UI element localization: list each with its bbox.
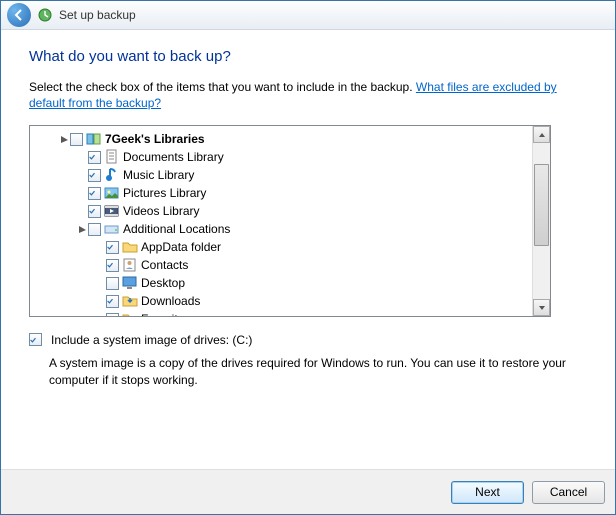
favorites-icon — [122, 311, 138, 316]
system-image-label: Include a system image of drives: (C:) — [51, 333, 252, 347]
contacts-icon — [122, 257, 138, 273]
arrow-left-icon — [13, 9, 25, 21]
title-bar: Set up backup — [1, 1, 615, 30]
vertical-scrollbar[interactable] — [532, 126, 550, 316]
checkbox-libraries[interactable] — [70, 133, 83, 146]
checkbox-downloads[interactable] — [106, 295, 119, 308]
checkbox-desktop[interactable] — [106, 277, 119, 290]
downloads-icon — [122, 293, 138, 309]
back-button[interactable] — [7, 3, 31, 27]
folder-icon — [122, 239, 138, 255]
downloads-label: Downloads — [141, 294, 200, 308]
videos-icon — [104, 203, 120, 219]
checkbox-system-image[interactable] — [29, 333, 42, 346]
backup-icon — [37, 7, 53, 23]
checkbox-music[interactable] — [88, 169, 101, 182]
desktop-icon — [122, 275, 138, 291]
additional-label: Additional Locations — [123, 222, 230, 236]
checkbox-pictures[interactable] — [88, 187, 101, 200]
drive-icon — [104, 221, 120, 237]
system-image-description: A system image is a copy of the drives r… — [49, 355, 569, 387]
description-text: Select the check box of the items that y… — [29, 80, 416, 94]
window-title: Set up backup — [59, 8, 136, 22]
tree-item-appdata[interactable]: AppData folder — [30, 238, 532, 256]
appdata-label: AppData folder — [141, 240, 221, 254]
document-icon — [104, 149, 120, 165]
pictures-icon — [104, 185, 120, 201]
scroll-up-button[interactable] — [533, 126, 550, 143]
tree-item-additional[interactable]: Additional Locations — [30, 220, 532, 238]
cancel-button[interactable]: Cancel — [532, 481, 605, 504]
pictures-label: Pictures Library — [123, 186, 206, 200]
music-icon — [104, 167, 120, 183]
tree-item-documents[interactable]: Documents Library — [30, 148, 532, 166]
tree-item-music[interactable]: Music Library — [30, 166, 532, 184]
page-heading: What do you want to back up? — [29, 48, 587, 65]
page-description: Select the check box of the items that y… — [29, 79, 587, 111]
tree-root-libraries[interactable]: 7Geek's Libraries — [30, 130, 532, 148]
backup-items-tree: 7Geek's Libraries Documents Library Musi… — [29, 125, 551, 317]
documents-label: Documents Library — [123, 150, 224, 164]
videos-label: Videos Library — [123, 204, 200, 218]
wizard-footer: Next Cancel — [1, 469, 615, 514]
next-button[interactable]: Next — [451, 481, 524, 504]
checkbox-documents[interactable] — [88, 151, 101, 164]
tree-item-videos[interactable]: Videos Library — [30, 202, 532, 220]
backup-wizard-window: Set up backup What do you want to back u… — [0, 0, 616, 515]
checkbox-contacts[interactable] — [106, 259, 119, 272]
music-label: Music Library — [123, 168, 194, 182]
tree-viewport: 7Geek's Libraries Documents Library Musi… — [30, 126, 532, 316]
collapse-icon[interactable] — [76, 225, 88, 234]
tree-item-favorites[interactable]: Favorites — [30, 310, 532, 316]
libraries-label: 7Geek's Libraries — [105, 132, 205, 146]
checkbox-favorites[interactable] — [106, 313, 119, 317]
checkbox-additional[interactable] — [88, 223, 101, 236]
favorites-label: Favorites — [141, 312, 190, 316]
libraries-icon — [86, 131, 102, 147]
contacts-label: Contacts — [141, 258, 188, 272]
system-image-row: Include a system image of drives: (C:) — [29, 333, 587, 347]
tree-item-desktop[interactable]: Desktop — [30, 274, 532, 292]
checkbox-videos[interactable] — [88, 205, 101, 218]
desktop-label: Desktop — [141, 276, 185, 290]
tree-item-pictures[interactable]: Pictures Library — [30, 184, 532, 202]
checkbox-appdata[interactable] — [106, 241, 119, 254]
collapse-icon[interactable] — [58, 135, 70, 144]
tree-item-downloads[interactable]: Downloads — [30, 292, 532, 310]
content-area: What do you want to back up? Select the … — [1, 30, 615, 469]
scroll-thumb[interactable] — [534, 164, 549, 246]
tree-item-contacts[interactable]: Contacts — [30, 256, 532, 274]
scroll-down-button[interactable] — [533, 299, 550, 316]
